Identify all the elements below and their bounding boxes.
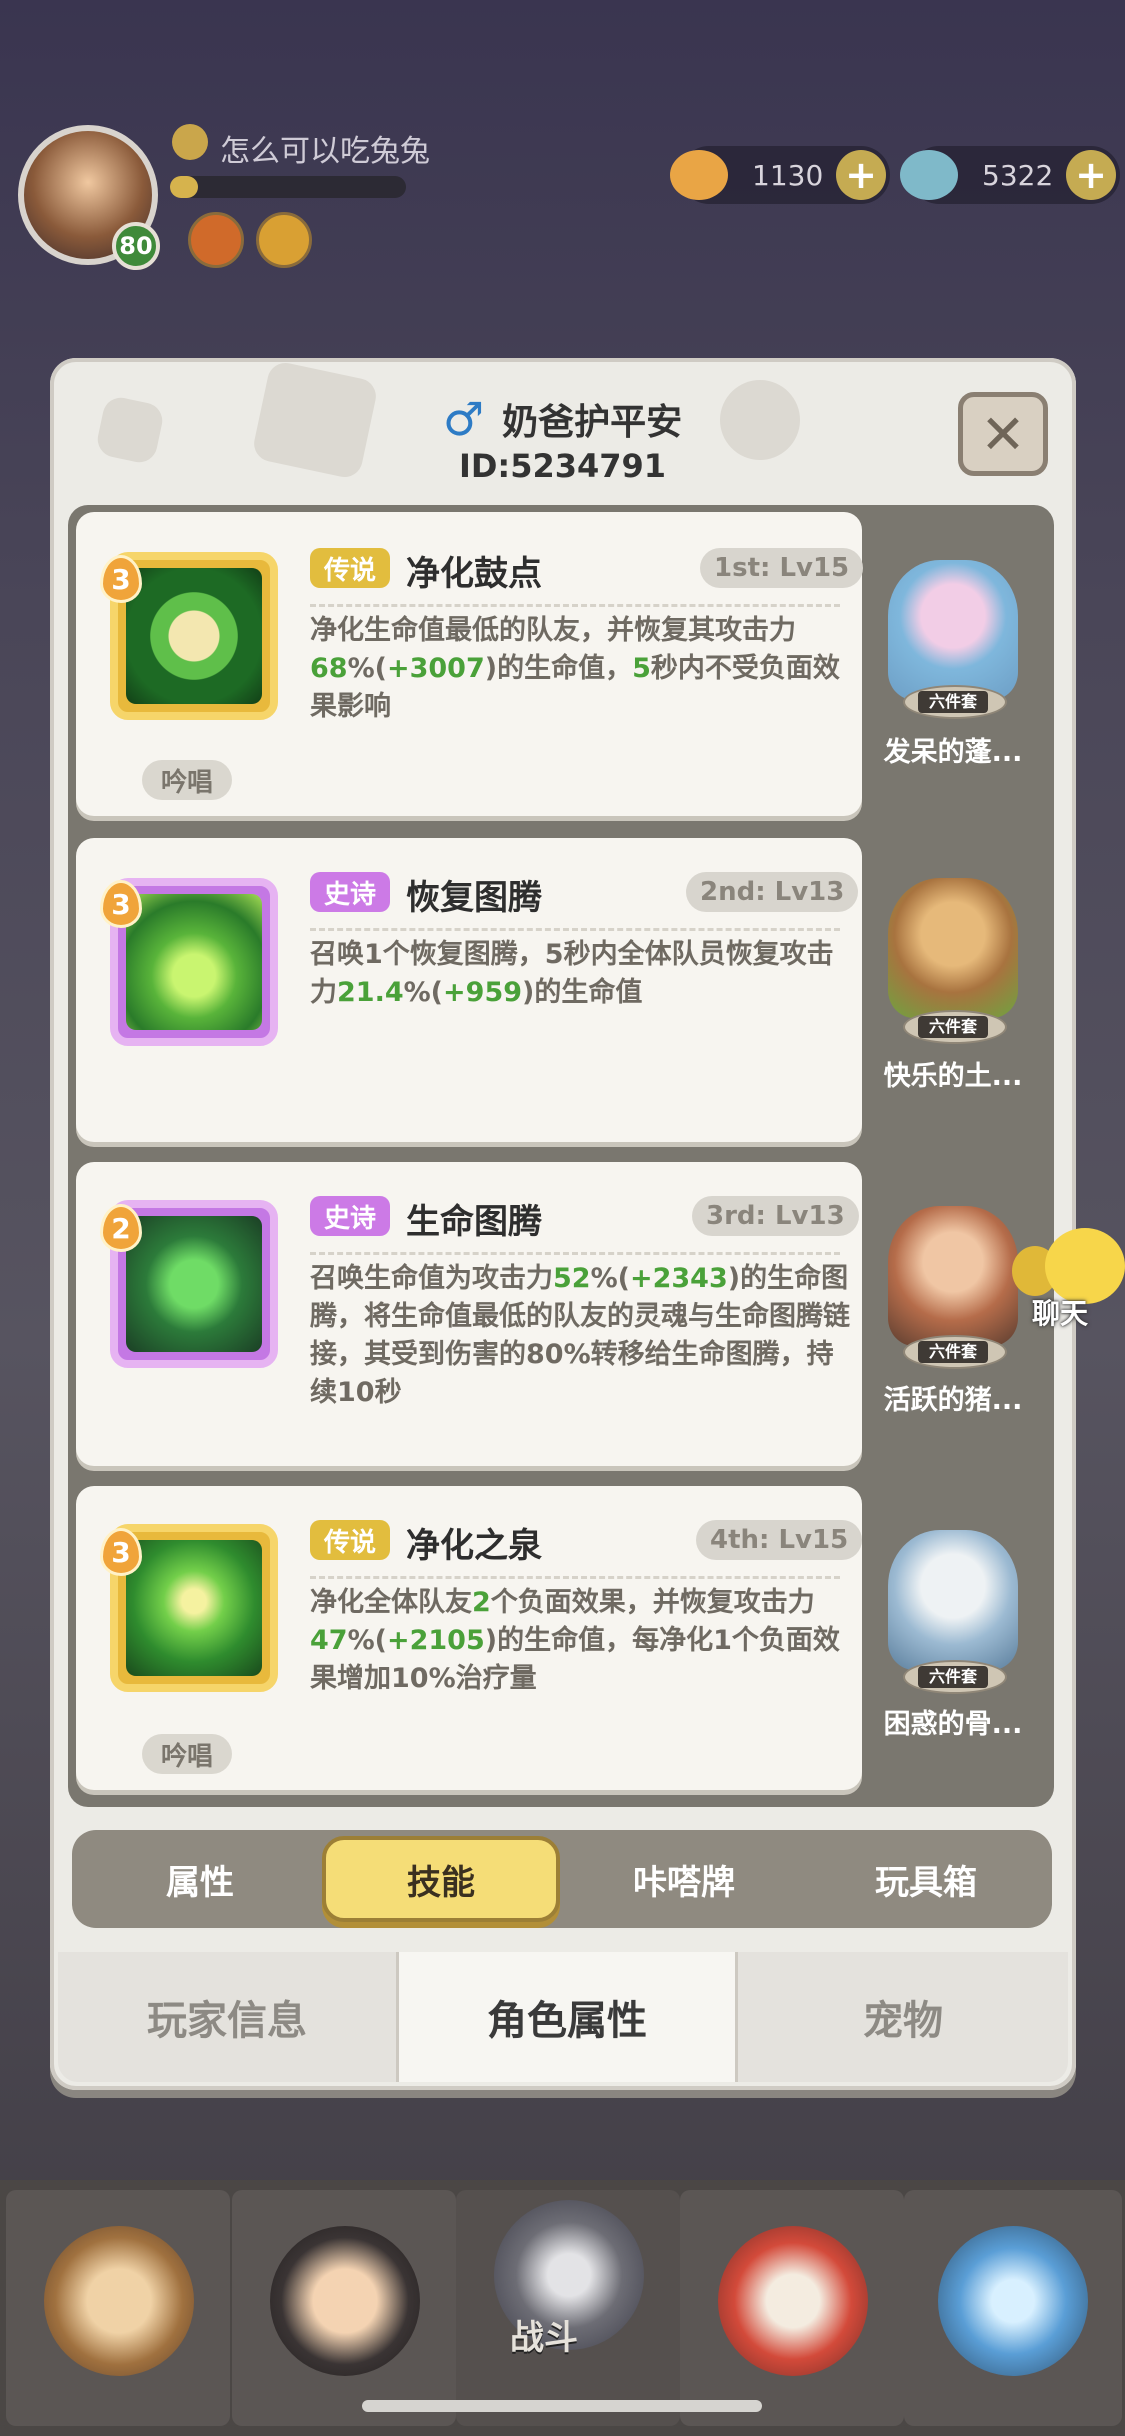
divider — [310, 1576, 840, 1579]
skill-description: 净化生命值最低的队友，并恢复其攻击力68%(+3007)的生命值，5秒内不受负面… — [310, 615, 840, 722]
tab-player-info[interactable]: 玩家信息 — [58, 1952, 396, 2082]
skill-description: 召唤1个恢复图腾，5秒内全体队员恢复攻击力21.4%(+959)的生命值 — [310, 939, 834, 1008]
tab-skills[interactable]: 技能 — [322, 1836, 560, 1922]
nav-portal[interactable] — [904, 2190, 1122, 2426]
set-tag: 六件套 — [918, 1016, 988, 1038]
player-nickname: 奶爸护平安 — [502, 402, 683, 443]
buff-icon-2[interactable] — [256, 212, 312, 268]
set-name: 困惑的骨... — [883, 1709, 1023, 1740]
hero-icon — [270, 2226, 420, 2376]
mood-icon — [172, 124, 208, 160]
chant-tag: 吟唱 — [142, 760, 232, 800]
currency-1-value: 1130 — [752, 158, 824, 192]
skill-rank: 4th: Lv15 — [696, 1520, 863, 1560]
tier-badge: 传说 — [310, 548, 391, 588]
set-figure-icon — [888, 1206, 1018, 1346]
pet-icon — [718, 2226, 868, 2376]
chant-tag: 吟唱 — [142, 1734, 232, 1774]
gem-icon — [900, 150, 958, 200]
divider — [310, 1252, 840, 1255]
male-gender-icon: ♂ — [442, 392, 485, 446]
portal-icon — [938, 2226, 1088, 2376]
tab-character-attributes[interactable]: 角色属性 — [399, 1952, 735, 2082]
set-tag: 六件套 — [918, 1666, 988, 1688]
currency-shell-counter: 1130 + — [670, 146, 890, 204]
set-figure-icon — [888, 1530, 1018, 1670]
set-figure-icon — [888, 878, 1018, 1018]
tier-badge: 史诗 — [310, 1196, 391, 1236]
tier-badge: 史诗 — [310, 872, 391, 912]
set-tag: 六件套 — [918, 691, 988, 713]
drum-icon — [126, 568, 262, 704]
hero-icon — [44, 2226, 194, 2376]
add-currency-2-button[interactable]: + — [1066, 150, 1116, 200]
skill-description: 召唤生命值为攻击力52%(+2343)的生命图腾，将生命值最低的队友的灵魂与生命… — [310, 1263, 850, 1408]
set-figure-icon — [888, 560, 1018, 700]
home-indicator[interactable] — [362, 2400, 762, 2412]
set-name: 活跃的猪... — [883, 1385, 1023, 1416]
set-tag: 六件套 — [918, 1341, 988, 1363]
tab-attributes[interactable]: 属性 — [80, 1836, 320, 1922]
purify-spring-icon — [126, 1540, 262, 1676]
set-name: 快乐的土... — [883, 1061, 1023, 1092]
currency-gem-counter: 5322 + — [900, 146, 1120, 204]
skill-rank: 1st: Lv15 — [700, 548, 864, 588]
battle-label: 战斗 — [510, 2318, 578, 2358]
skill-description: 净化全体队友2个负面效果，并恢复攻击力47%(+2105)的生命值，每净化1个负… — [310, 1587, 840, 1694]
add-currency-1-button[interactable]: + — [836, 150, 886, 200]
tab-pets[interactable]: 宠物 — [738, 1952, 1068, 2082]
nav-hero-1[interactable] — [6, 2190, 230, 2426]
nav-pet[interactable] — [680, 2190, 904, 2426]
exp-bar — [170, 176, 406, 198]
skill-name: 生命图腾 — [406, 1202, 542, 1242]
divider — [310, 604, 840, 607]
skill-rank: 2nd: Lv13 — [686, 872, 859, 912]
skill-name: 净化鼓点 — [406, 554, 542, 594]
nav-hero-2[interactable] — [232, 2190, 456, 2426]
shell-icon — [670, 150, 728, 200]
totem-icon — [126, 894, 262, 1030]
tab-toybox[interactable]: 玩具箱 — [808, 1836, 1044, 1922]
dialog-title: ♂ 奶爸护平安 — [0, 392, 1125, 446]
chat-label[interactable]: 聊天 — [1032, 1292, 1088, 1332]
hud-player-name: 怎么可以吃兔兔 — [220, 134, 430, 169]
skill-rank: 3rd: Lv13 — [692, 1196, 859, 1236]
currency-2-value: 5322 — [982, 158, 1054, 192]
close-button[interactable]: ✕ — [958, 392, 1048, 476]
life-totem-icon — [126, 1216, 262, 1352]
tier-badge: 传说 — [310, 1520, 391, 1560]
skill-name: 恢复图腾 — [406, 878, 542, 918]
tab-cards[interactable]: 咔嗒牌 — [564, 1836, 804, 1922]
nav-battle[interactable] — [456, 2190, 680, 2426]
avatar-level-badge: 80 — [112, 222, 160, 270]
player-id: ID:5234791 — [458, 447, 667, 485]
set-name: 发呆的蓬... — [883, 737, 1023, 768]
divider — [310, 928, 840, 931]
skill-name: 净化之泉 — [406, 1526, 542, 1566]
buff-icon-1[interactable] — [188, 212, 244, 268]
